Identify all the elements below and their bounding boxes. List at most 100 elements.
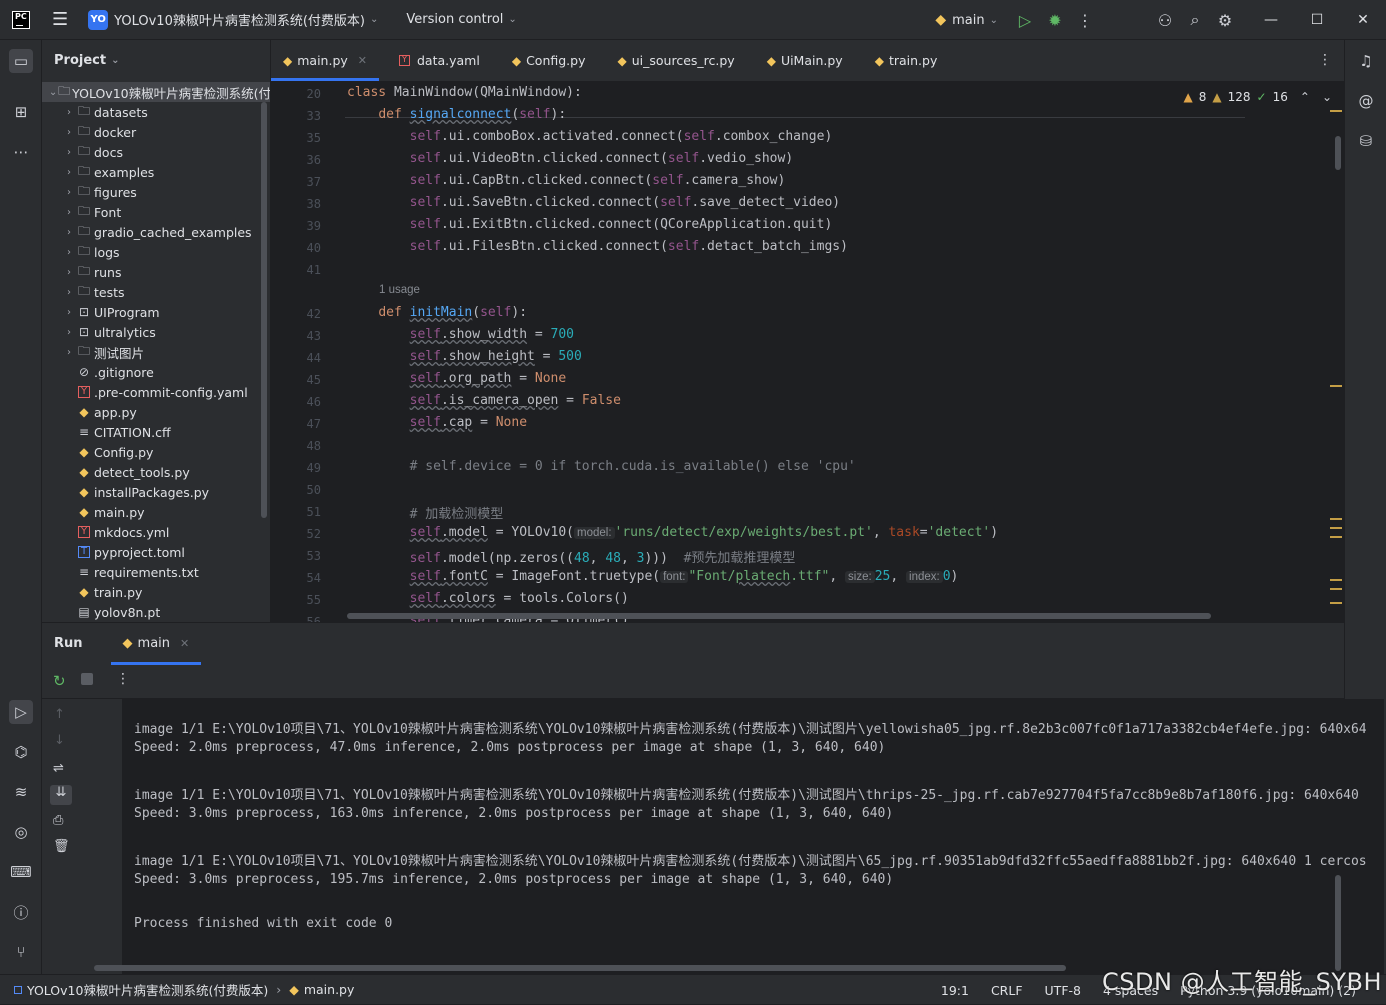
close-icon[interactable]: ✕ [358,54,367,67]
chevron-down-icon[interactable]: ⌄ [111,55,119,66]
error-stripe-marker[interactable] [1330,536,1342,538]
project-panel-title[interactable]: Project [54,53,106,68]
tree-item[interactable]: › 🗀 examples [62,162,154,182]
chevron-right-icon[interactable]: › [62,107,76,118]
chevron-down-icon[interactable]: ⌄ [370,14,378,25]
error-stripe-marker[interactable] [1330,385,1342,387]
tab-config-py[interactable]: ◆ Config.py [500,40,598,81]
tree-item[interactable]: ◆ app.py [62,402,136,422]
chevron-right-icon[interactable]: › [62,127,76,138]
run-icon[interactable]: ▷ [1010,11,1040,30]
scrollbar[interactable] [261,102,267,518]
scrollbar[interactable] [347,613,1211,619]
tab-ui-sources-rc-py[interactable]: ◆ ui_sources_rc.py [606,40,747,81]
gear-icon[interactable]: ⚙ [1210,11,1240,30]
tree-item[interactable]: ◆ train.py [62,582,142,602]
tree-item[interactable]: ≡ requirements.txt [62,562,199,582]
python-console-icon[interactable]: ⌬ [9,740,33,764]
tree-item[interactable]: › 🗀 测试图片 [62,342,144,362]
chevron-right-icon[interactable]: › [62,287,76,298]
problems-icon[interactable]: ⓘ [9,900,33,924]
arrow-down-icon[interactable]: ↓ [54,733,65,748]
tree-item[interactable]: Tpyproject.toml [62,542,185,562]
error-stripe-marker[interactable] [1330,602,1342,604]
error-stripe-marker[interactable] [1330,579,1342,581]
folder-icon[interactable]: ▭ [9,49,33,73]
close-button[interactable]: ✕ [1340,12,1386,28]
tree-item[interactable]: ≡ CITATION.cff [62,422,171,442]
notifications-icon[interactable]: ♫ [1354,49,1378,73]
chevron-right-icon[interactable]: › [62,247,76,258]
tree-item[interactable]: › 🗀 figures [62,182,137,202]
scrollbar[interactable] [1335,136,1341,170]
error-stripe-marker[interactable] [1330,588,1342,590]
tree-item[interactable]: › 🗀 gradio_cached_examples [62,222,252,242]
add-user-icon[interactable]: ⚇ [1150,11,1180,30]
tree-item[interactable]: › 🗀 tests [62,282,125,302]
line-separator[interactable]: CRLF [991,983,1023,998]
project-badge[interactable]: YO [88,9,109,30]
run-tab[interactable]: ◆ main ✕ [110,625,202,665]
tab-uimain-py[interactable]: ◆ UiMain.py [755,40,855,81]
tree-item[interactable]: ⊘ .gitignore [62,362,154,382]
more-tools-icon[interactable]: ⋯ [9,140,33,164]
tree-item[interactable]: ◆ installPackages.py [62,482,209,502]
chevron-down-icon[interactable]: ⌄ [990,15,998,26]
layers-icon[interactable]: ≋ [9,780,33,804]
usage-hint[interactable]: 1 usage [379,284,420,296]
tab-data-yaml[interactable]: Ydata.yaml [387,40,492,81]
more-icon[interactable]: ⋮ [1318,52,1332,68]
chevron-right-icon[interactable]: › [62,147,76,158]
arrow-up-icon[interactable]: ↑ [54,707,65,722]
chevron-right-icon[interactable]: › [62,347,76,358]
tree-item[interactable]: › 🗀 docker [62,122,136,142]
code-editor[interactable]: 20 33 35 36 37 38 39 40 41 42 43 44 45 46 47 48 49 50 51 52… [271,82,1344,622]
chevron-down-icon[interactable]: ⌄ [48,87,58,98]
tree-item[interactable]: ◆ Config.py [62,442,153,462]
run-tool-icon[interactable]: ▷ [9,700,33,724]
search-icon[interactable]: ⌕ [1180,10,1210,30]
run-config-selector[interactable]: main [952,13,984,28]
tab-train-py[interactable]: ◆ train.py [863,40,950,81]
tree-item[interactable]: › 🗀 Font [62,202,121,222]
scrollbar[interactable] [94,965,1066,971]
chevron-right-icon[interactable]: › [62,227,76,238]
tree-root[interactable]: ⌄ 🗀 YOLOv10辣椒叶片病害检测系统(付 [42,82,270,102]
breadcrumb-project[interactable]: YOLOv10辣椒叶片病害检测系统(付费版本) [27,980,268,999]
tab-main-py[interactable]: ◆ main.py ✕ [271,40,379,81]
chevron-right-icon[interactable]: › [62,267,76,278]
tree-item[interactable]: ◆ main.py [62,502,144,522]
error-stripe-marker[interactable] [1330,110,1342,112]
terminal-icon[interactable]: ⌨ [9,860,33,884]
git-icon[interactable]: ⑂ [9,940,33,964]
tree-item[interactable]: ▤ yolov8n.pt [62,602,160,622]
tree-item[interactable]: › ⊡ UIProgram [62,302,160,322]
more-icon[interactable]: ⋮ [1070,11,1100,30]
chevron-right-icon[interactable]: › [62,327,76,338]
tree-item[interactable]: › 🗀 docs [62,142,123,162]
inspection-widget[interactable]: ▲ 8 ▲ 128 ✓ 16 ⌃ ⌄ [1184,90,1332,104]
database-icon[interactable]: ⛁ [1354,129,1378,153]
tree-item[interactable]: ◆ detect_tools.py [62,462,189,482]
breadcrumb-file[interactable]: main.py [304,982,355,997]
file-encoding[interactable]: UTF-8 [1045,983,1081,998]
tree-item[interactable]: › ⊡ ultralytics [62,322,156,342]
scroll-to-end-icon[interactable]: ⇊ [50,785,72,805]
chevron-up-icon[interactable]: ⌃ [1300,90,1310,104]
services-icon[interactable]: ◎ [9,820,33,844]
chevron-right-icon[interactable]: › [62,207,76,218]
tree-item[interactable]: › 🗀 logs [62,242,120,262]
scrollbar[interactable] [1335,875,1341,971]
chevron-right-icon[interactable]: › [62,307,76,318]
caret-position[interactable]: 19:1 [941,983,969,998]
stop-icon[interactable] [81,673,93,685]
rerun-icon[interactable]: ↻ [53,672,66,690]
more-icon[interactable]: ⋮ [116,671,130,687]
close-icon[interactable]: ✕ [180,637,189,650]
maximize-button[interactable]: ☐ [1294,12,1340,28]
tree-item[interactable]: › 🗀 runs [62,262,122,282]
chevron-right-icon[interactable]: › [62,187,76,198]
console-output[interactable]: image 1/1 E:\YOLOv10项目\71、YOLOv10辣椒叶片病害检… [122,699,1384,975]
tree-item[interactable]: Ymkdocs.yml [62,522,169,542]
structure-icon[interactable]: ⊞ [9,100,33,124]
